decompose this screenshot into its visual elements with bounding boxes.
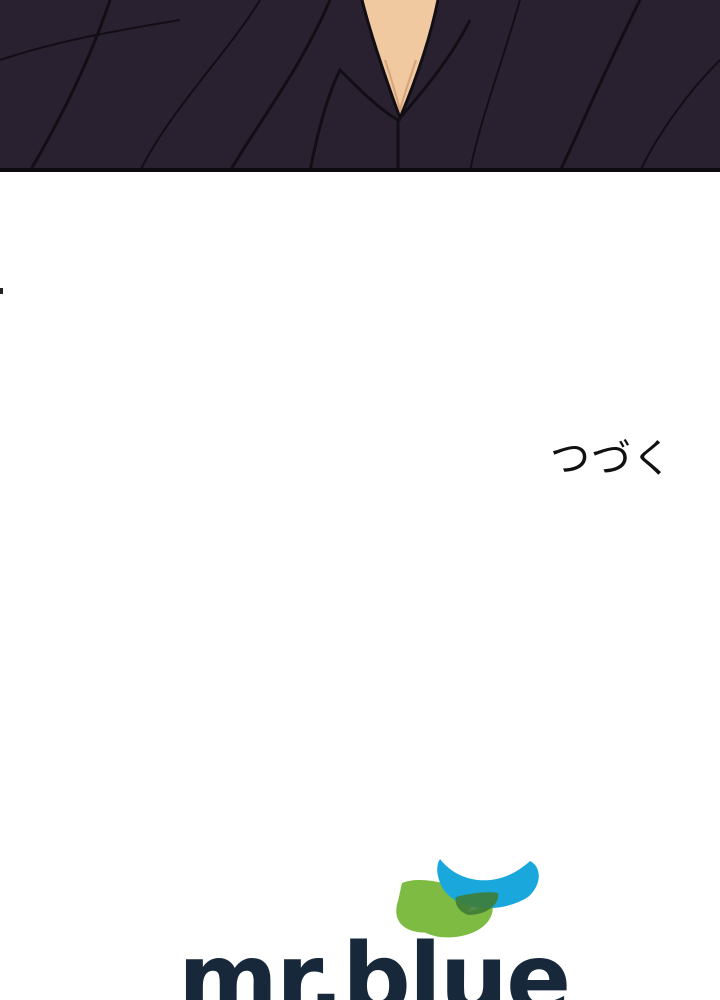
panel-border (0, 168, 720, 172)
logo-wordmark: mr.blue (178, 923, 571, 1000)
to-be-continued-text: つづく (550, 436, 673, 482)
edge-mark (0, 288, 3, 294)
mr-blue-logo: mr.blue (170, 845, 571, 1000)
comic-page: つづく mr.blue (0, 0, 720, 1000)
comic-panel-illustration (0, 0, 720, 171)
